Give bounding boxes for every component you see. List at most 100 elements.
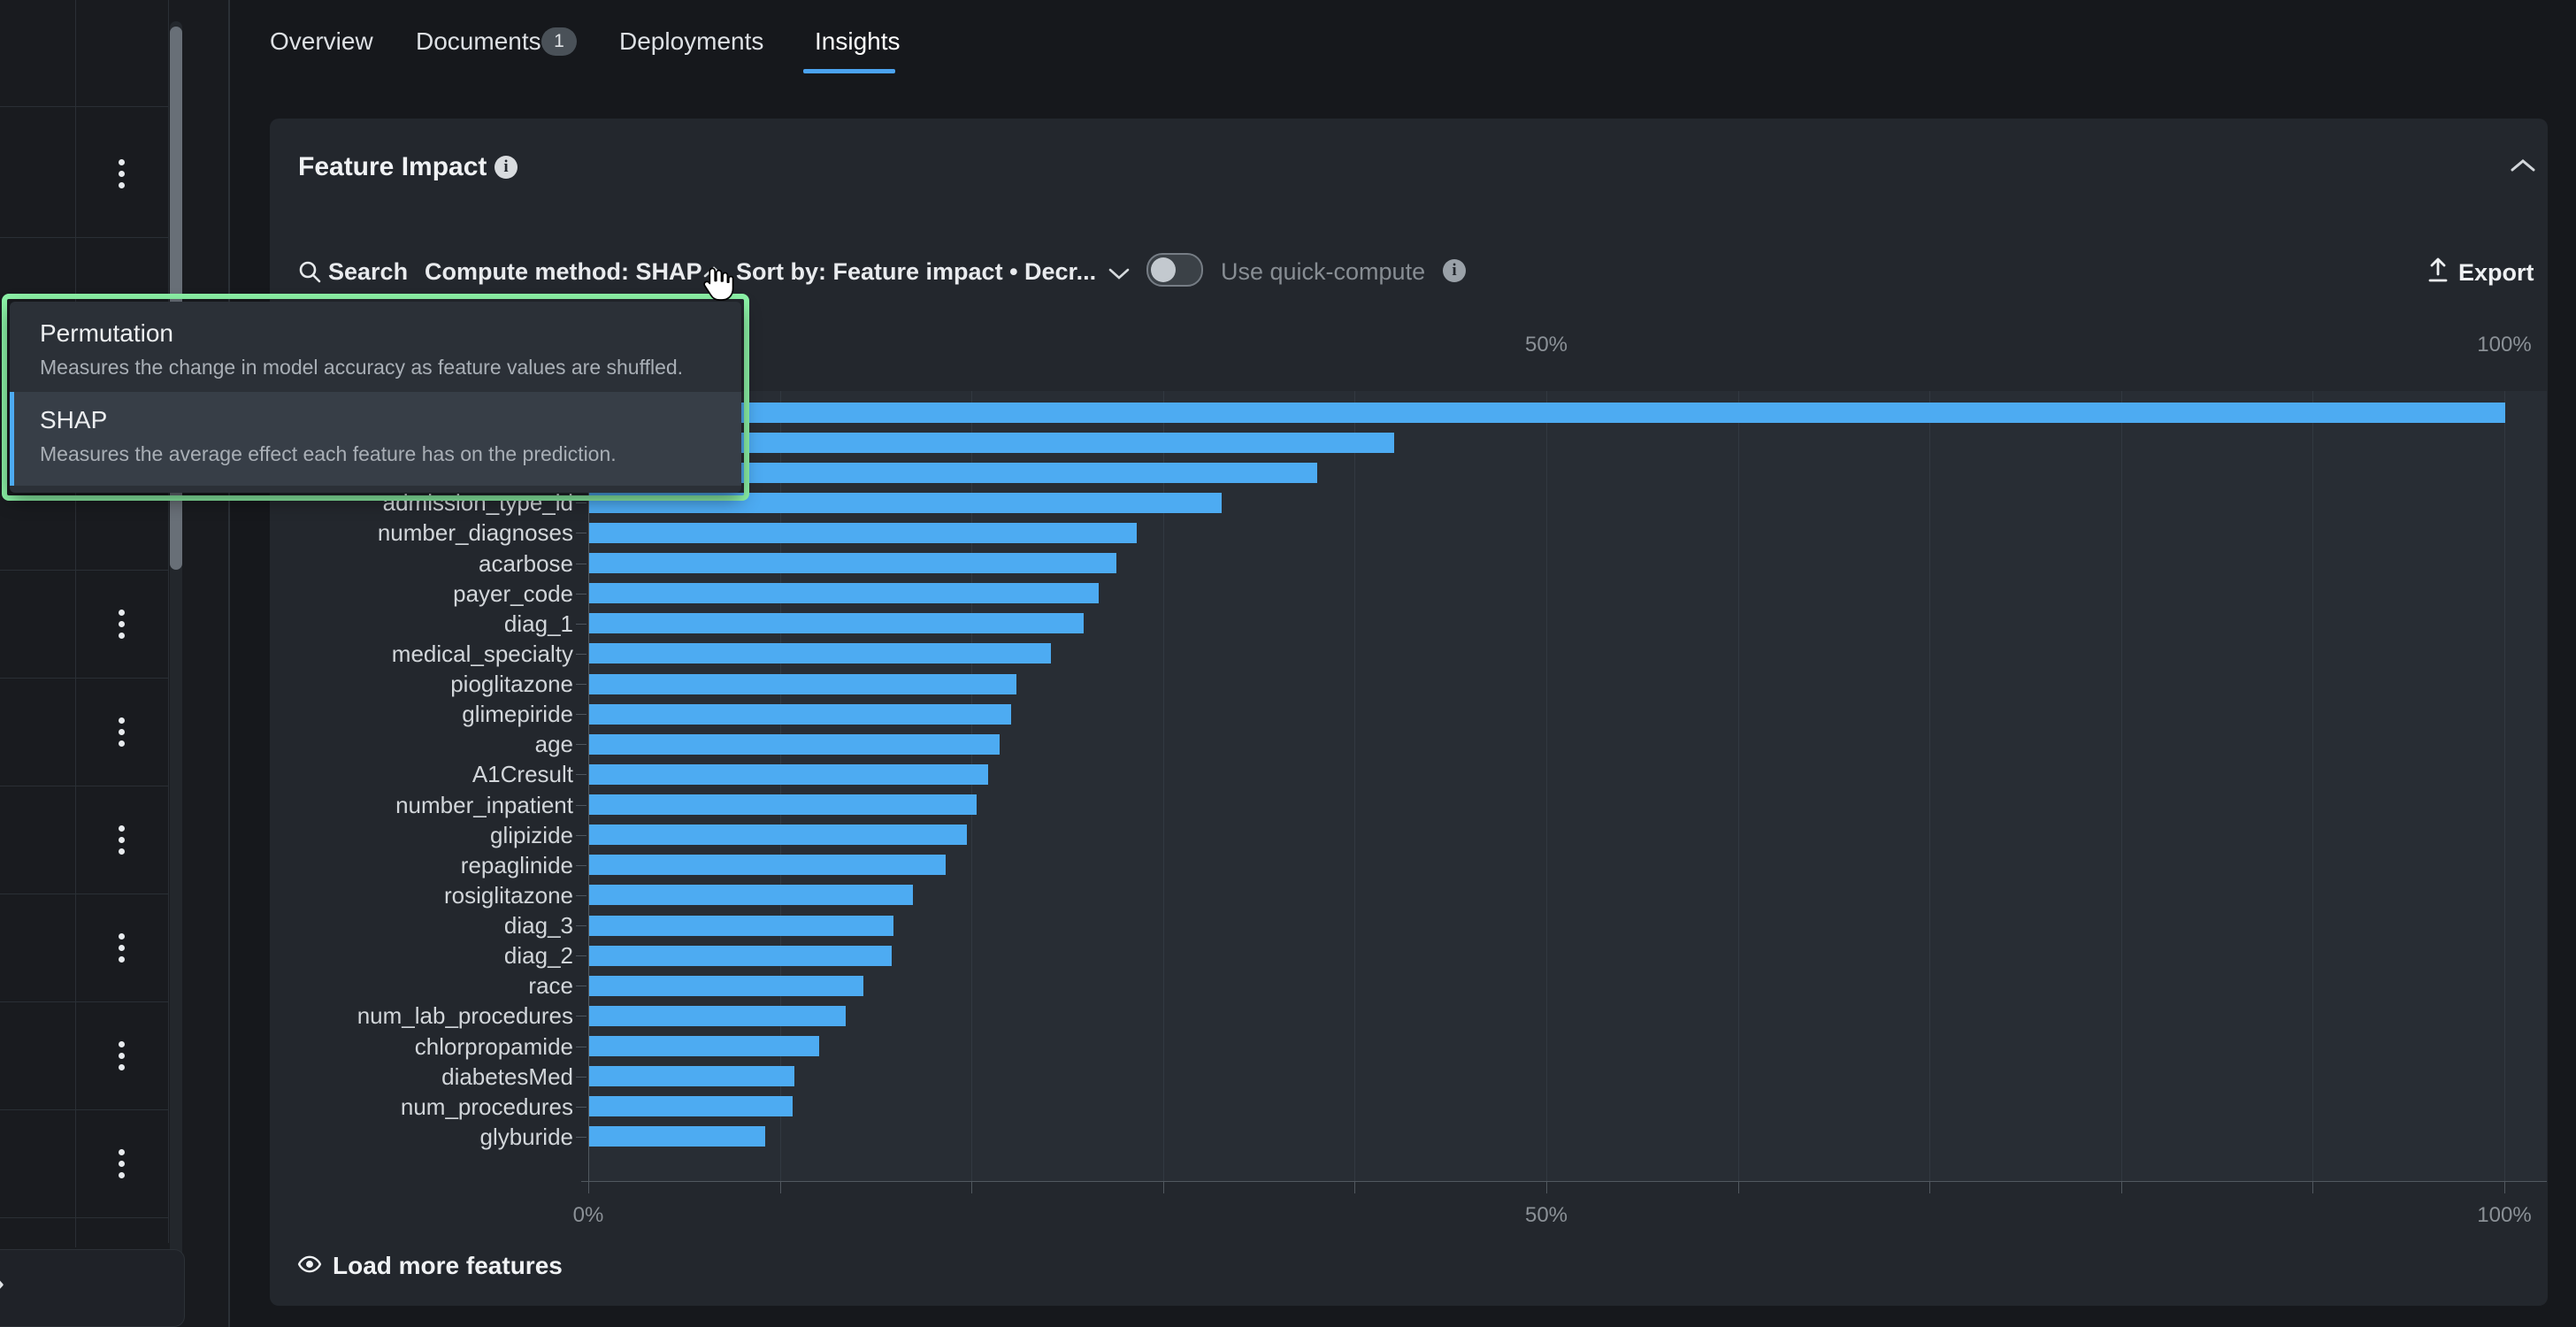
chevron-up-icon[interactable] [703, 265, 724, 283]
axis-tick [2121, 1181, 2122, 1193]
documents-count-badge: 1 [541, 27, 577, 56]
compute-method-menu: Permutation Measures the change in model… [2, 294, 749, 501]
sidebar-bottom-card [0, 1249, 185, 1327]
sort-by-dropdown[interactable]: Sort by: Feature impact • Decr... [736, 257, 1096, 287]
sidebar-column-divider [168, 0, 169, 1243]
search-button[interactable]: Search [328, 257, 408, 287]
feature-tick [576, 1107, 586, 1108]
kebab-menu-icon[interactable] [114, 825, 128, 855]
impact-bar [589, 643, 1051, 664]
impact-bar [589, 885, 913, 905]
kebab-menu-icon[interactable] [114, 933, 128, 963]
feature-label: payer_code [277, 580, 573, 607]
axis-tick [1546, 1181, 1547, 1193]
collapse-chevron-icon[interactable] [2510, 157, 2536, 178]
axis-tick [1354, 1181, 1355, 1193]
eye-icon [297, 1252, 322, 1281]
quick-compute-label: Use quick-compute [1221, 257, 1425, 287]
top-axis-tick-label: 100% [2451, 333, 2557, 357]
impact-bar [589, 613, 1084, 633]
impact-bar [589, 916, 893, 936]
kebab-menu-icon[interactable] [114, 717, 128, 747]
feature-label: num_procedures [277, 1093, 573, 1120]
bottom-axis-tick-label: 50% [1493, 1203, 1599, 1228]
feature-label: glimepiride [277, 701, 573, 727]
feature-tick [576, 955, 586, 956]
axis-tick [780, 1181, 781, 1193]
feature-tick [576, 502, 586, 503]
dropdown-panel: Permutation Measures the change in model… [10, 302, 741, 493]
gridline [2504, 391, 2505, 1181]
x-axis-line [581, 1181, 2547, 1182]
feature-label: diag_2 [277, 942, 573, 969]
feature-label: repaglinide [277, 852, 573, 878]
sidebar-row-divider [0, 106, 168, 107]
feature-tick [576, 805, 586, 806]
expand-chevron-icon[interactable]: › [0, 1265, 4, 1300]
feature-tick [576, 684, 586, 685]
option-description: Measures the change in model accuracy as… [40, 356, 720, 380]
gridline [2121, 391, 2122, 1181]
impact-bar [589, 825, 967, 845]
info-icon[interactable]: i [494, 156, 518, 179]
feature-tick [576, 865, 586, 866]
gridline [1929, 391, 1930, 1181]
quick-compute-toggle[interactable] [1146, 253, 1203, 287]
axis-tick [1929, 1181, 1930, 1193]
impact-bar [589, 553, 1116, 573]
export-icon [2426, 257, 2450, 288]
axis-tick [588, 1181, 589, 1193]
feature-label: age [277, 731, 573, 757]
impact-bar [589, 1036, 819, 1056]
tab-deployments[interactable]: Deployments [619, 27, 763, 57]
export-button[interactable]: Export [2426, 257, 2534, 288]
active-tab-underline [803, 69, 895, 73]
page-title: Feature Impact [298, 152, 487, 182]
menu-item-permutation[interactable]: Permutation Measures the change in model… [10, 302, 741, 392]
gridline [1738, 391, 1739, 1181]
feature-tick [576, 774, 586, 775]
search-icon[interactable] [297, 259, 322, 288]
option-title: Permutation [40, 319, 720, 348]
impact-bar [589, 583, 1099, 603]
compute-method-dropdown[interactable]: Compute method: SHAP [425, 257, 702, 287]
feature-label: glyburide [277, 1124, 573, 1150]
kebab-menu-icon[interactable] [114, 1041, 128, 1070]
impact-bar [589, 1096, 793, 1116]
tab-insights[interactable]: Insights [815, 27, 901, 57]
sidebar-row-divider [0, 678, 168, 679]
kebab-menu-icon[interactable] [114, 610, 128, 639]
feature-label: glipizide [277, 822, 573, 848]
feature-label: medical_specialty [277, 640, 573, 667]
gridline [2312, 391, 2313, 1181]
kebab-menu-icon[interactable] [114, 1149, 128, 1178]
feature-label: race [277, 972, 573, 999]
impact-bar [589, 976, 863, 996]
option-title: SHAP [40, 406, 720, 434]
menu-item-shap[interactable]: SHAP Measures the average effect each fe… [10, 392, 741, 486]
load-more-features-button[interactable]: Load more features [297, 1251, 563, 1281]
kebab-menu-icon[interactable] [114, 159, 128, 188]
impact-bar [589, 403, 2505, 423]
chevron-down-icon[interactable] [1108, 267, 1130, 285]
impact-bar [589, 674, 1016, 694]
feature-tick [576, 835, 586, 836]
tab-documents[interactable]: Documents [416, 27, 541, 57]
axis-tick [2312, 1181, 2313, 1193]
axis-tick [2504, 1181, 2505, 1193]
y-axis-line [588, 391, 589, 1182]
axis-tick [971, 1181, 972, 1193]
feature-label: number_inpatient [277, 792, 573, 818]
impact-bar [589, 1066, 794, 1086]
feature-label: A1Cresult [277, 761, 573, 787]
feature-label: pioglitazone [277, 671, 573, 697]
axis-tick [1163, 1181, 1164, 1193]
sidebar-row-divider [0, 570, 168, 571]
gridline [1546, 391, 1547, 1181]
feature-label: num_lab_procedures [277, 1002, 573, 1029]
impact-bar [589, 946, 892, 966]
tab-overview[interactable]: Overview [270, 27, 373, 57]
sidebar-row-divider [0, 1109, 168, 1110]
feature-label: number_diagnoses [277, 519, 573, 546]
info-icon[interactable]: i [1443, 259, 1466, 282]
